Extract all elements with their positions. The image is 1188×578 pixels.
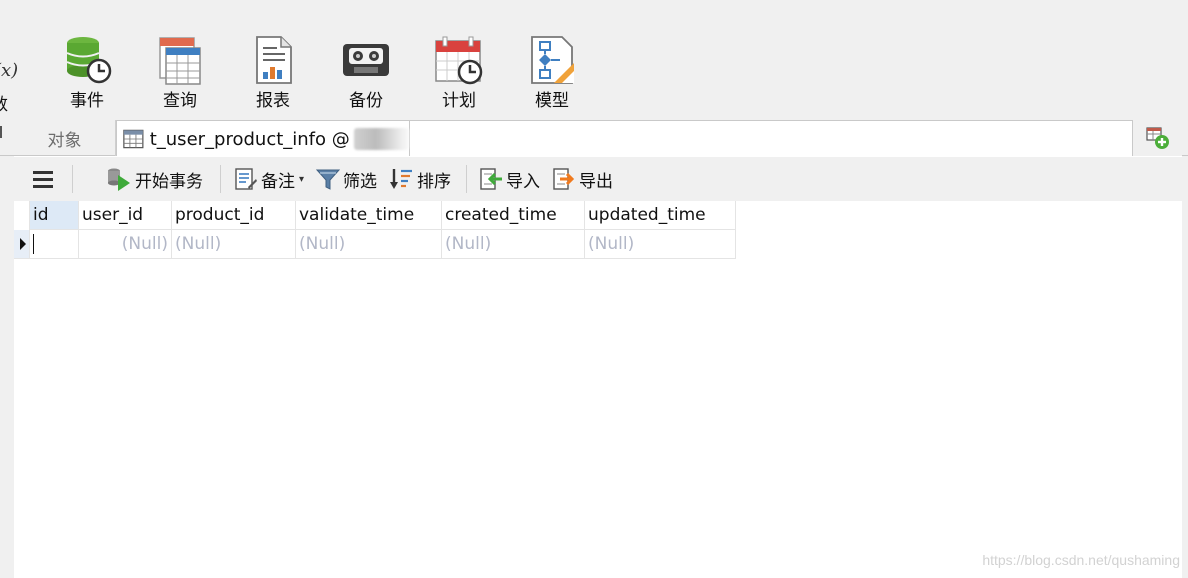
comment-label: 备注 [261,171,295,192]
begin-transaction-label: 开始事务 [135,171,203,192]
redacted-host [353,128,409,150]
function-partial-icon[interactable]: (x) [0,60,18,81]
tab-bar-edge [0,126,2,138]
row-indicator[interactable] [14,230,30,259]
export-label: 导出 [579,171,613,192]
model-diagram-icon [531,36,574,84]
column-header-created-time[interactable]: created_time [442,201,585,230]
backup-tape-icon [343,44,389,76]
ribbon-query-label: 查询 [163,91,197,111]
cell-product-id[interactable]: (Null) [172,230,296,259]
import-label: 导入 [506,171,540,192]
toolbar-separator [72,165,73,193]
ribbon-toolbar: (x) 数 事件 查询 [0,0,1188,118]
begin-transaction-button[interactable]: 开始事务 [106,165,203,193]
function-partial-label[interactable]: 数 [0,90,8,115]
toolbar-separator [466,165,467,193]
ribbon-model-label: 模型 [535,91,569,111]
transaction-start-icon [108,168,130,191]
import-button[interactable]: 导入 [479,165,540,193]
export-icon [553,168,575,190]
hamburger-menu-icon [33,171,53,188]
toolbar-separator [220,165,221,193]
cell-id[interactable] [30,230,79,259]
filter-label: 筛选 [343,171,377,192]
column-header-product-id[interactable]: product_id [172,201,296,230]
column-header-id[interactable]: id [30,201,79,230]
tab-table-label: t_user_product_info @ [149,128,350,150]
ribbon-query-button[interactable]: 查询 [145,34,215,116]
table-icon [123,129,144,149]
ribbon-model-button[interactable]: 模型 [517,34,587,116]
cell-validate-time[interactable]: (Null) [296,230,442,259]
tab-table-data[interactable]: t_user_product_info @ [116,120,410,157]
data-toolbar: 开始事务 备注 ▾ 筛选 排序 导入 导出 [14,157,1182,201]
new-table-plus-icon [1145,127,1169,149]
table-row: (Null) (Null) (Null) (Null) (Null) [14,230,736,259]
column-header-validate-time[interactable]: validate_time [296,201,442,230]
schedule-calendar-icon [435,36,483,85]
column-header-user-id[interactable]: user_id [79,201,172,230]
report-chart-icon [256,36,292,84]
ribbon-schedule-label: 计划 [442,91,476,111]
watermark: https://blog.csdn.net/qushaming [982,552,1180,568]
new-tab-button[interactable] [1132,120,1182,156]
cell-updated-time[interactable]: (Null) [585,230,736,259]
ribbon-backup-label: 备份 [349,91,383,111]
tab-bar-empty [410,120,1132,156]
database-clock-icon [66,37,112,84]
grid-header-row: id user_id product_id validate_time crea… [14,201,736,230]
import-icon [480,168,502,190]
filter-funnel-icon [316,169,340,190]
cell-created-time[interactable]: (Null) [442,230,585,259]
filter-button[interactable]: 筛选 [316,165,377,193]
text-cursor [33,234,34,254]
comment-button[interactable]: 备注 ▾ [234,165,304,193]
export-button[interactable]: 导出 [552,165,613,193]
comment-note-icon [235,168,257,190]
ribbon-report-label: 报表 [256,91,290,111]
ribbon-report-button[interactable]: 报表 [238,34,308,116]
tab-bar: 对象 t_user_product_info @ [0,118,1188,157]
comment-dropdown-icon[interactable]: ▾ [299,174,304,185]
sort-button[interactable]: 排序 [390,165,451,193]
ribbon-schedule-button[interactable]: 计划 [424,34,494,116]
sort-label: 排序 [417,171,451,192]
ribbon-backup-button[interactable]: 备份 [331,34,401,116]
cell-user-id[interactable]: (Null) [79,230,172,259]
ribbon-event-label: 事件 [70,91,104,111]
ribbon-event-button[interactable]: 事件 [52,34,122,116]
column-header-updated-time[interactable]: updated_time [585,201,736,230]
row-header-corner [14,201,30,230]
query-table-icon [159,37,201,85]
menu-button[interactable] [32,165,57,193]
current-row-arrow-icon [20,238,26,250]
sort-icon [390,169,412,189]
tab-objects[interactable]: 对象 [14,120,116,156]
